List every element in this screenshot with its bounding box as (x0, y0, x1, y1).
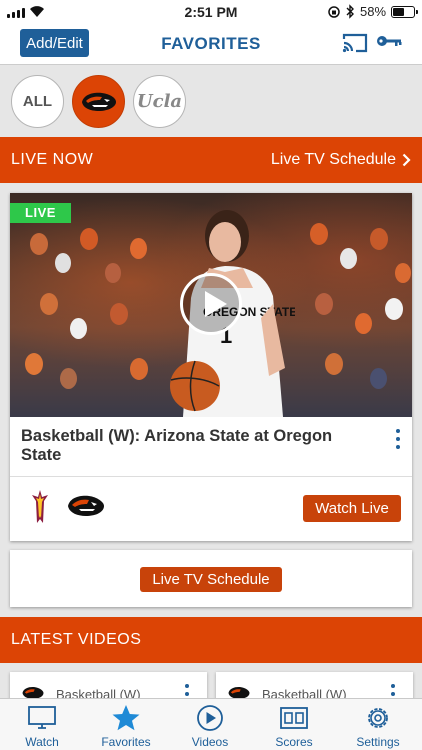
favorite-ucla-button[interactable]: Ucla (133, 75, 186, 128)
cast-icon[interactable] (341, 32, 369, 54)
tab-label: Settings (356, 735, 400, 749)
gear-icon (368, 708, 388, 728)
key-icon[interactable] (376, 34, 402, 48)
orientation-lock-icon (328, 6, 340, 18)
oregon-state-logo-icon (81, 92, 116, 111)
live-event-card: OREGON STATE 1 LIVE Basketball (W): Ariz… (10, 193, 412, 541)
add-edit-button[interactable]: Add/Edit (20, 29, 89, 57)
status-time: 2:51 PM (184, 4, 238, 20)
tab-settings[interactable]: Settings (336, 699, 420, 750)
nav-bar: Add/Edit FAVORITES (0, 24, 422, 64)
tab-favorites[interactable]: Favorites (84, 699, 168, 750)
tab-videos[interactable]: Videos (168, 699, 252, 750)
monitor-icon (28, 706, 56, 729)
star-icon (112, 705, 140, 731)
live-tv-schedule-link[interactable]: Live TV Schedule (271, 151, 411, 169)
favorites-row: ALL Ucla (0, 64, 422, 137)
play-button[interactable] (180, 273, 242, 335)
tab-watch[interactable]: Watch (0, 699, 84, 750)
oregon-state-team-logo-icon (68, 495, 104, 516)
tab-scores[interactable]: Scores (252, 699, 336, 750)
live-tv-schedule-button[interactable]: Live TV Schedule (140, 567, 282, 592)
live-tv-schedule-label: Live TV Schedule (270, 151, 396, 168)
battery-percent: 58% (360, 4, 387, 19)
favorite-oregon-state-button[interactable] (72, 75, 125, 128)
more-options-icon[interactable] (393, 429, 403, 449)
live-now-title: LIVE NOW (11, 151, 94, 168)
latest-videos-header: LATEST VIDEOS (0, 617, 422, 663)
tab-label: Scores (275, 735, 313, 749)
play-circle-icon (197, 705, 223, 731)
arizona-state-logo-icon (32, 490, 48, 523)
tab-bar: Watch Favorites Videos Scores Settings (0, 698, 422, 750)
schedule-card: Live TV Schedule (10, 550, 412, 607)
tab-label: Favorites (101, 735, 151, 749)
divider (10, 476, 412, 477)
tab-label: Videos (191, 735, 229, 749)
chevron-right-icon (402, 153, 411, 167)
game-title: Basketball (W): Arizona State at Oregon … (21, 427, 333, 464)
live-now-header: LIVE NOW Live TV Schedule (0, 137, 422, 183)
status-bar: 2:51 PM 58% (0, 0, 422, 24)
live-badge: LIVE (10, 203, 71, 223)
favorite-all-button[interactable]: ALL (11, 75, 64, 128)
tab-label: Watch (25, 735, 59, 749)
watch-live-button[interactable]: Watch Live (303, 495, 401, 522)
battery-icon (391, 6, 418, 18)
video-thumbnail[interactable]: OREGON STATE 1 LIVE (10, 193, 412, 417)
latest-videos-title: LATEST VIDEOS (11, 631, 142, 648)
scoreboard-icon (280, 707, 308, 729)
bluetooth-icon (346, 4, 354, 19)
